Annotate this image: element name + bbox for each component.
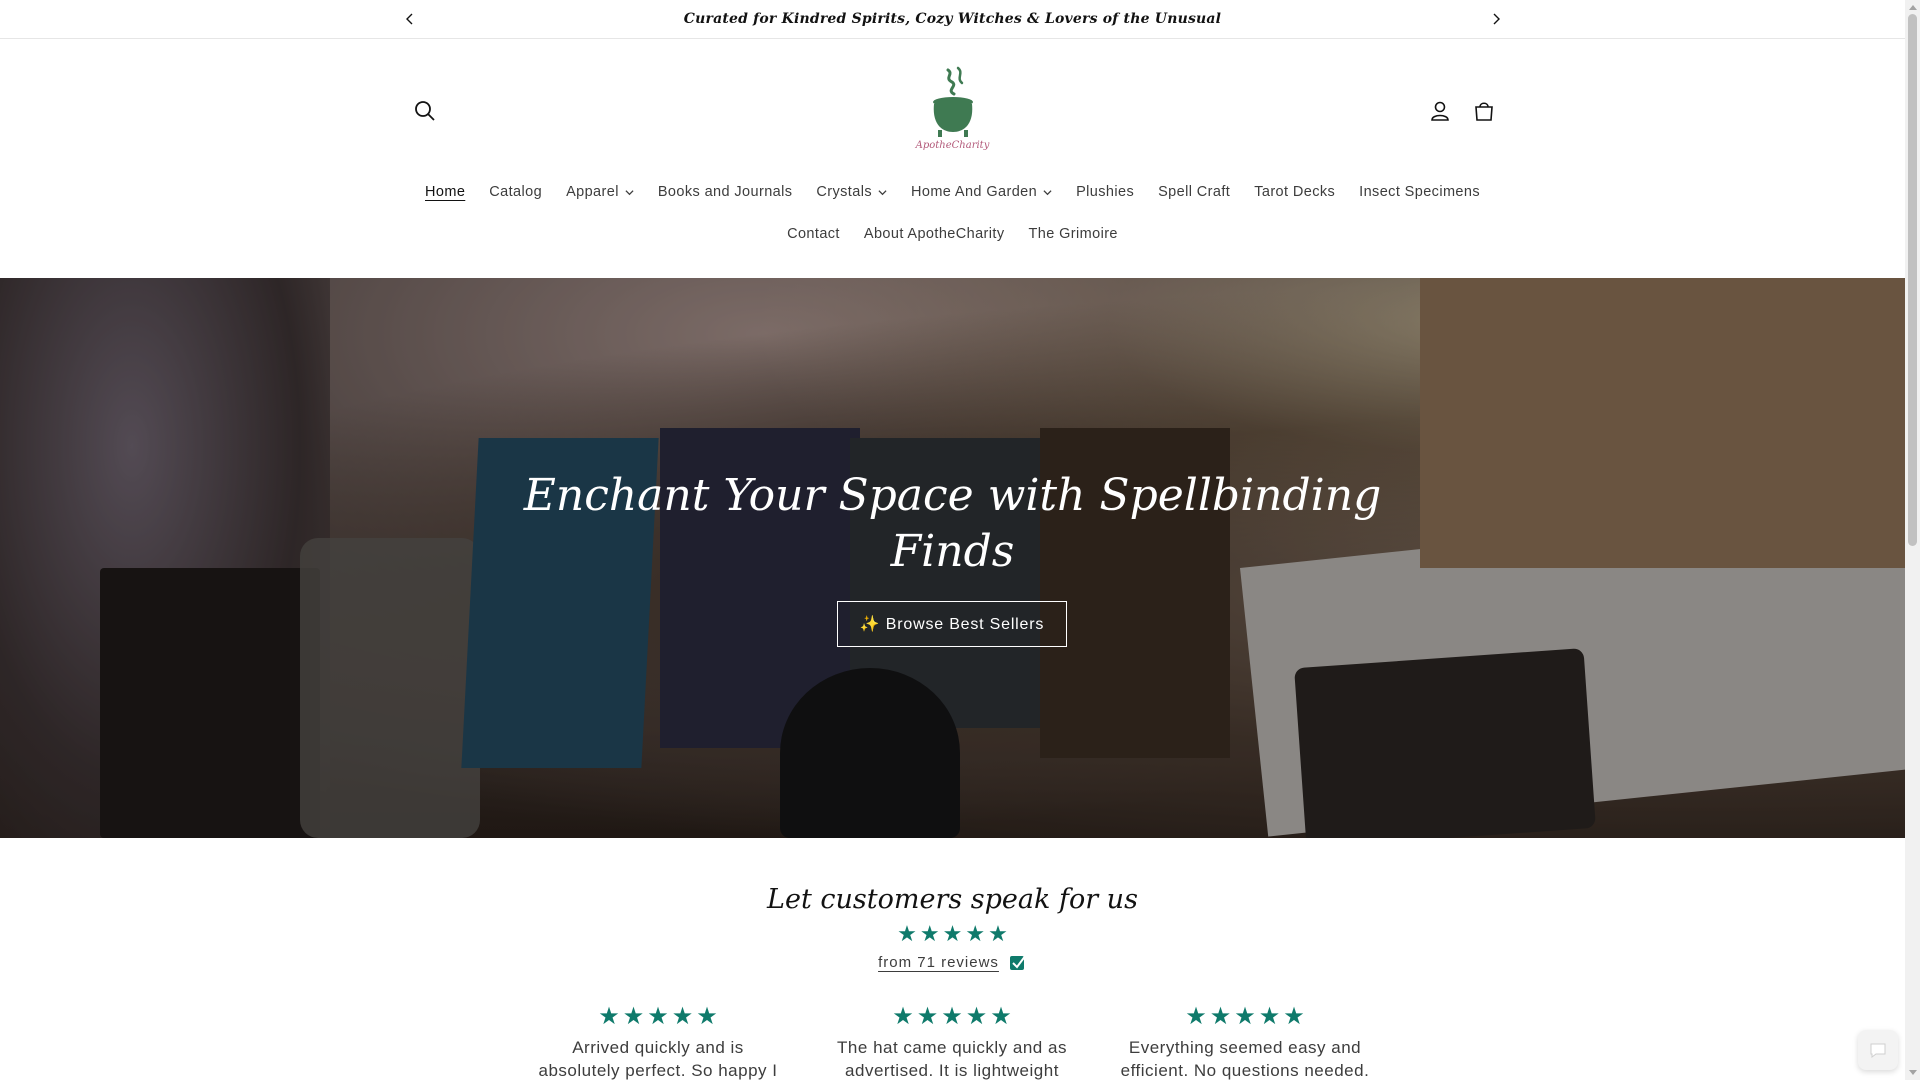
nav-item-books-and-journals[interactable]: Books and Journals [646,180,805,204]
star-icon: ★ [1185,1002,1207,1030]
review-text-line: The hat came quickly and as [837,1038,1067,1057]
chat-widget-button[interactable] [1858,1030,1898,1070]
review-stars: ★ ★ ★ ★ ★ [1115,1002,1375,1030]
star-icon: ★ [965,1002,988,1030]
page-scrollbar[interactable] [1905,0,1920,1080]
cart-icon[interactable] [1469,96,1499,126]
chat-icon [1870,1043,1886,1058]
secondary-nav: Contact About ApotheCharity The Grimoire [0,222,1905,246]
main-nav: Home Catalog Apparel Books and Journals … [0,180,1905,204]
review-stars: ★ ★ ★ ★ ★ [528,1002,788,1030]
review-text-line: absolutely perfect. So happy I [538,1061,778,1080]
star-icon: ★ [965,922,986,947]
review-card: ★ ★ ★ ★ ★ Arrived quickly and is absolutely … [528,1002,788,1080]
browse-best-sellers-button[interactable]: ✨ Browse Best Sellers [837,601,1067,647]
review-text: Arrived quickly and is absolutely perfec… [528,1036,788,1080]
star-icon: ★ [1234,1002,1256,1030]
reviews-link-row: from 71 reviews [0,953,1905,971]
star-icon: ★ [696,1002,718,1030]
star-icon: ★ [897,922,917,947]
star-icon: ★ [1283,1002,1305,1030]
hero-title: Enchant Your Space with Spellbinding Fin… [0,468,1905,580]
account-icon[interactable] [1425,96,1455,126]
review-text-line: efficient. No questions needed. [1120,1061,1370,1080]
review-card: ★ ★ ★ ★ ★ The hat came quickly and as advert… [822,1002,1082,1080]
star-icon: ★ [1209,1002,1232,1030]
review-text-line: Arrived quickly and is [572,1038,744,1057]
nav-item-contact[interactable]: Contact [775,222,852,246]
nav-item-about[interactable]: About ApotheCharity [852,222,1017,246]
scrollbar-thumb[interactable] [1908,14,1917,546]
star-icon: ★ [598,1002,620,1030]
verified-icon [1009,954,1027,970]
star-icon: ★ [990,1002,1012,1030]
review-text-line: Everything seemed easy and [1128,1038,1362,1057]
nav-item-grimoire[interactable]: The Grimoire [1016,222,1129,246]
hero-title-line-2: Finds [890,526,1015,577]
nav-item-home-and-garden[interactable]: Home And Garden [899,180,1064,204]
nav-item-tarot-decks[interactable]: Tarot Decks [1242,180,1347,204]
rating-stars: ★ ★ ★ ★ ★ [0,922,1905,947]
star-icon: ★ [916,1002,939,1030]
nav-item-home[interactable]: Home [413,180,477,204]
reviews-count-link[interactable]: from 71 reviews [878,954,999,971]
logo-text: ApotheCharity [915,140,990,151]
logo[interactable]: ApotheCharity [905,64,1000,154]
star-icon: ★ [622,1002,645,1030]
review-stars: ★ ★ ★ ★ ★ [822,1002,1082,1030]
announcement-bar: Curated for Kindred Spirits, Cozy Witche… [0,0,1905,39]
cauldron-icon [932,66,973,137]
star-icon: ★ [892,1002,914,1030]
star-icon: ★ [942,922,963,947]
scroll-up-icon[interactable] [1908,2,1917,12]
page: Curated for Kindred Spirits, Cozy Witche… [0,0,1905,1080]
nav-item-catalog[interactable]: Catalog [477,180,554,204]
review-text: The hat came quickly and as advertised. … [822,1036,1082,1080]
chevron-down-icon [878,189,887,195]
review-card: ★ ★ ★ ★ ★ Everything seemed easy and efficie… [1115,1002,1375,1080]
nav-item-apparel[interactable]: Apparel [554,180,646,204]
star-icon: ★ [647,1002,669,1030]
star-icon: ★ [988,922,1008,947]
announcement-text: Curated for Kindred Spirits, Cozy Witche… [683,11,1222,27]
hero-title-line-1: Enchant Your Space with Spellbinding [523,470,1382,521]
search-icon[interactable] [410,96,440,126]
nav-item-spell-craft[interactable]: Spell Craft [1146,180,1242,204]
scroll-down-icon[interactable] [1908,1068,1917,1078]
nav-item-crystals[interactable]: Crystals [804,180,899,204]
chevron-down-icon [625,189,634,195]
chevron-left-icon[interactable] [400,9,420,29]
star-icon: ★ [919,922,940,947]
review-text-line: advertised. It is lightweight [845,1061,1059,1080]
chevron-down-icon [1043,189,1052,195]
chevron-right-icon[interactable] [1486,9,1506,29]
nav-item-plushies[interactable]: Plushies [1064,180,1146,204]
star-icon: ★ [1258,1002,1281,1030]
review-text: Everything seemed easy and efficient. No… [1115,1036,1375,1080]
hero-banner: Enchant Your Space with Spellbinding Fin… [0,278,1905,838]
nav-item-insect-specimens[interactable]: Insect Specimens [1347,180,1492,204]
star-icon: ★ [941,1002,963,1030]
reviews-title: Let customers speak for us [767,884,1138,915]
star-icon: ★ [671,1002,694,1030]
